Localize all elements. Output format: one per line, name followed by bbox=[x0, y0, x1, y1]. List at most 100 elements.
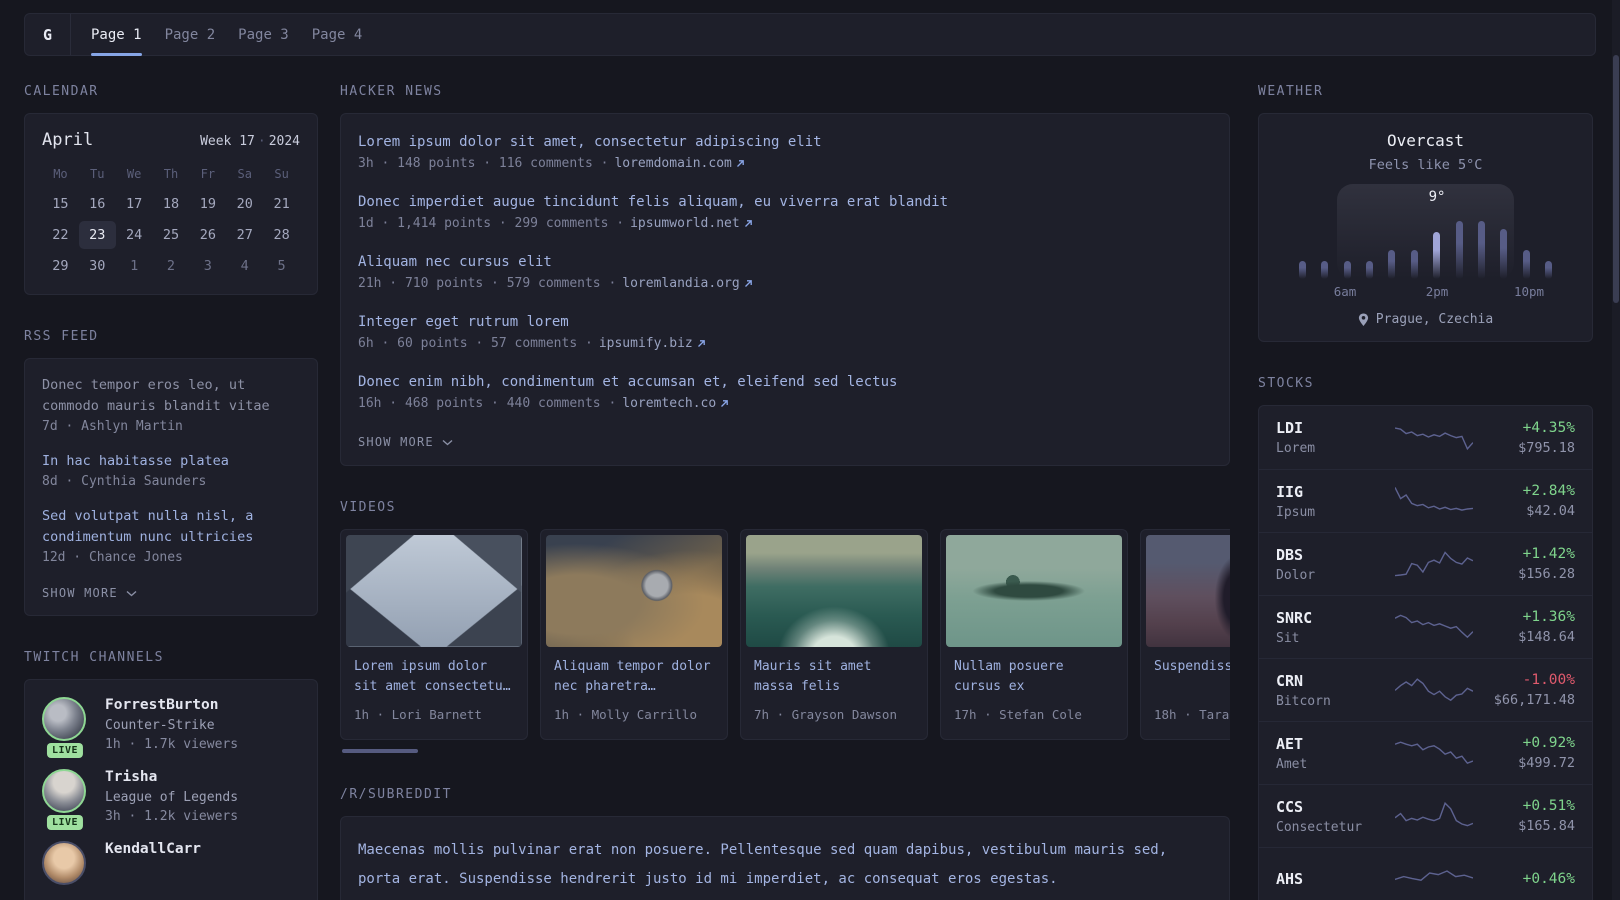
video-title[interactable]: Mauris sit amet massa felis bbox=[754, 657, 914, 696]
video-card[interactable]: Mauris sit amet massa felis 7h · Grayson … bbox=[740, 529, 928, 740]
twitch-channel-meta: 3h · 1.2k viewers bbox=[105, 809, 239, 824]
video-card[interactable]: Lorem ipsum dolor sit amet consectetu… 1h… bbox=[340, 529, 528, 740]
hackernews-item: Lorem ipsum dolor sit amet, consectetur … bbox=[358, 131, 1212, 171]
rss-item-meta: 8d · Cynthia Saunders bbox=[42, 474, 207, 489]
weather-time-label: 6am bbox=[1333, 284, 1357, 299]
calendar-day: 19 bbox=[199, 196, 216, 212]
hackernews-show-more-button[interactable]: SHOW MORE bbox=[358, 435, 453, 449]
hackernews-item-domain-link[interactable]: loremdomain.com bbox=[614, 156, 744, 171]
video-card[interactable]: Suspendisse diam 18h · Tara bbox=[1140, 529, 1230, 740]
stock-row[interactable]: SNRC Sit +1.36% $148.64 bbox=[1259, 595, 1592, 658]
stock-row[interactable]: AET Amet +0.92% $499.72 bbox=[1259, 721, 1592, 784]
video-meta: 17h · Stefan Cole bbox=[954, 707, 1082, 722]
stock-values: +1.36% $148.64 bbox=[1479, 609, 1575, 645]
stock-identity: CCS Consectetur bbox=[1276, 798, 1388, 835]
calendar-day: 24 bbox=[126, 227, 143, 243]
video-title[interactable]: Lorem ipsum dolor sit amet consectetu… bbox=[354, 657, 514, 696]
stock-name: Ipsum bbox=[1276, 504, 1316, 520]
window-scrollbar-thumb[interactable] bbox=[1613, 55, 1619, 303]
twitch-channel-name[interactable]: Trisha bbox=[105, 769, 238, 785]
hackernews-item-domain: ipsumworld.net bbox=[630, 216, 740, 231]
tab-page-4[interactable]: Page 4 bbox=[312, 14, 363, 55]
stock-change: +0.46% bbox=[1522, 871, 1575, 887]
videos-row: Lorem ipsum dolor sit amet consectetu… 1h… bbox=[340, 529, 1230, 740]
video-card-body: Lorem ipsum dolor sit amet consectetu… 1h… bbox=[346, 647, 522, 734]
stock-values: +1.42% $156.28 bbox=[1479, 546, 1575, 582]
stock-sparkline bbox=[1388, 420, 1479, 456]
subreddit-post-title[interactable]: Maecenas mollis pulvinar erat non posuer… bbox=[358, 836, 1212, 894]
stock-row[interactable]: DBS Dolor +1.42% $156.28 bbox=[1259, 532, 1592, 595]
tab-page-3[interactable]: Page 3 bbox=[238, 14, 289, 55]
weather-time-label: 10pm bbox=[1513, 284, 1545, 299]
rss-show-more-button[interactable]: SHOW MORE bbox=[42, 586, 137, 600]
external-link-icon bbox=[744, 280, 752, 287]
stock-price: $499.72 bbox=[1518, 755, 1575, 771]
videos-scrollbar-thumb[interactable] bbox=[342, 749, 418, 753]
video-title[interactable]: Aliquam tempor dolor nec pharetra… bbox=[554, 657, 714, 696]
app-logo[interactable]: G bbox=[25, 14, 71, 55]
twitch-channel-item[interactable]: LIVE Trisha League of Legends 3h · 1.2k vie… bbox=[42, 769, 300, 830]
rss-show-more-label: SHOW MORE bbox=[42, 586, 118, 600]
hackernews-item-domain-link[interactable]: ipsumify.biz bbox=[599, 336, 706, 351]
video-title[interactable]: Suspendisse diam bbox=[1154, 657, 1230, 696]
stock-change: +0.92% bbox=[1522, 735, 1575, 751]
rss-item-title[interactable]: Donec tempor eros leo, ut commodo mauris… bbox=[42, 375, 300, 417]
calendar-day: 5 bbox=[277, 258, 286, 274]
stocks-section: STOCKS LDI Lorem +4.35% $795.18 IIG Ipsum +2.8… bbox=[1258, 376, 1593, 900]
avatar bbox=[42, 697, 86, 741]
hackernews-item-domain-link[interactable]: ipsumworld.net bbox=[630, 216, 753, 231]
twitch-channel-item[interactable]: LIVE ForrestBurton Counter-Strike 1h · 1.7k… bbox=[42, 697, 300, 758]
hackernews-item-meta: 3h · 148 points · 116 comments · loremdom… bbox=[358, 156, 1212, 171]
twitch-channel-game: Counter-Strike bbox=[105, 718, 215, 733]
video-card[interactable]: Aliquam tempor dolor nec pharetra… 1h · M… bbox=[540, 529, 728, 740]
calendar-separator: · bbox=[257, 134, 266, 149]
stock-row[interactable]: AHS +0.46% bbox=[1259, 847, 1592, 900]
middle-column: HACKER NEWS Lorem ipsum dolor sit amet, … bbox=[340, 56, 1230, 900]
stock-sparkline bbox=[1388, 672, 1479, 708]
video-card[interactable]: Nullam posuere cursus ex 17h · Stefan Col… bbox=[940, 529, 1128, 740]
hackernews-item-title[interactable]: Integer eget rutrum lorem bbox=[358, 313, 569, 332]
stock-row[interactable]: LDI Lorem +4.35% $795.18 bbox=[1259, 406, 1592, 469]
rss-item-title[interactable]: In hac habitasse platea bbox=[42, 451, 300, 472]
tab-page-2[interactable]: Page 2 bbox=[165, 14, 216, 55]
stock-change: +1.42% bbox=[1522, 546, 1575, 562]
stock-change: -1.00% bbox=[1522, 672, 1575, 688]
chevron-down-icon bbox=[442, 439, 453, 445]
calendar-day: 25 bbox=[162, 227, 180, 243]
weather-hour-bar bbox=[1544, 261, 1552, 279]
weather-time-label: 2pm bbox=[1425, 284, 1449, 299]
weather-header: WEATHER bbox=[1258, 84, 1324, 99]
video-title[interactable]: Nullam posuere cursus ex bbox=[954, 657, 1114, 696]
stock-price: $795.18 bbox=[1518, 439, 1575, 456]
calendar-day: 15 bbox=[52, 196, 69, 212]
stock-values: +0.51% $165.84 bbox=[1479, 798, 1575, 834]
hackernews-item-domain-link[interactable]: loremtech.co bbox=[622, 396, 729, 411]
twitch-channel-item[interactable]: KendallCarr bbox=[42, 841, 300, 885]
hackernews-item-title[interactable]: Donec imperdiet augue tincidunt felis al… bbox=[358, 193, 948, 212]
rss-list: Donec tempor eros leo, ut commodo mauris… bbox=[42, 375, 300, 565]
stock-row[interactable]: CRN Bitcorn -1.00% $66,171.48 bbox=[1259, 658, 1592, 721]
twitch-channel-name[interactable]: KendallCarr bbox=[105, 841, 201, 857]
stock-row[interactable]: CCS Consectetur +0.51% $165.84 bbox=[1259, 784, 1592, 847]
window-scrollbar-track[interactable] bbox=[1612, 0, 1620, 900]
stock-identity: SNRC Sit bbox=[1276, 609, 1388, 646]
hackernews-item-title[interactable]: Aliquam nec cursus elit bbox=[358, 253, 552, 272]
hackernews-item-title[interactable]: Donec enim nibh, condimentum et accumsan… bbox=[358, 373, 897, 392]
stock-symbol: CRN bbox=[1276, 671, 1304, 690]
external-link-icon bbox=[721, 400, 729, 407]
stock-identity: CRN Bitcorn bbox=[1276, 672, 1388, 709]
twitch-channel-name[interactable]: ForrestBurton bbox=[105, 697, 238, 713]
weather-hour-bar bbox=[1366, 261, 1374, 279]
rss-item-title[interactable]: Sed volutpat nulla nisl, a condimentum n… bbox=[42, 506, 300, 548]
tab-page-1[interactable]: Page 1 bbox=[91, 14, 142, 56]
rss-header: RSS FEED bbox=[24, 329, 99, 344]
hackernews-item-domain-link[interactable]: loremlandia.org bbox=[622, 276, 752, 291]
hackernews-item-domain: ipsumify.biz bbox=[598, 336, 693, 351]
stocks-widget: LDI Lorem +4.35% $795.18 IIG Ipsum +2.84% $42.0… bbox=[1258, 405, 1593, 900]
hackernews-item-title[interactable]: Lorem ipsum dolor sit amet, consectetur … bbox=[358, 133, 822, 152]
stock-row[interactable]: IIG Ipsum +2.84% $42.04 bbox=[1259, 469, 1592, 532]
calendar-month: April bbox=[42, 130, 94, 150]
hackernews-item: Donec enim nibh, condimentum et accumsan… bbox=[358, 371, 1212, 411]
weather-hour-bar bbox=[1299, 261, 1306, 279]
live-badge: LIVE bbox=[46, 743, 84, 758]
